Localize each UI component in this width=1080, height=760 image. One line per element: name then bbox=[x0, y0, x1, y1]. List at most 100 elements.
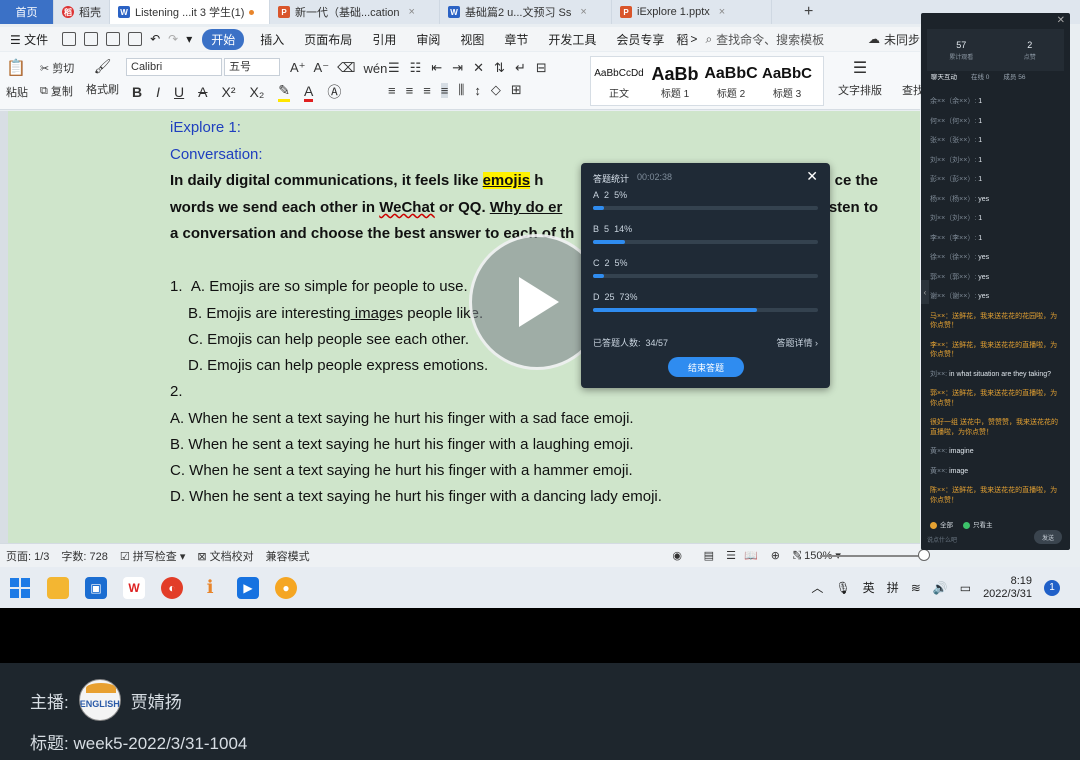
menu-reference[interactable]: 引用 bbox=[362, 31, 406, 48]
line-spacing-icon[interactable]: ↕ bbox=[474, 83, 481, 98]
align-center-icon[interactable]: ≡ bbox=[406, 83, 414, 98]
paste-button[interactable]: 粘贴 bbox=[6, 84, 28, 100]
ime-mode[interactable]: 拼 bbox=[887, 579, 899, 596]
filter-all[interactable]: 全部 bbox=[930, 519, 953, 529]
tab-stops-icon[interactable]: ⊟ bbox=[536, 60, 547, 76]
live-app[interactable]: ▶ bbox=[230, 570, 266, 606]
tab-word-2[interactable]: W 基础篇2 u...文预习 Ss × bbox=[440, 0, 612, 24]
spell-check-button[interactable]: ☑ 拼写检查 ▾ bbox=[114, 548, 192, 564]
tab-home[interactable]: 首页 bbox=[0, 0, 54, 24]
microphone-icon[interactable]: 🎙 bbox=[835, 581, 850, 595]
menu-review[interactable]: 审阅 bbox=[406, 31, 450, 48]
superscript-icon[interactable]: X² bbox=[221, 84, 235, 100]
paste-icon[interactable]: 📋 bbox=[6, 58, 26, 78]
tab-iexplore-pptx[interactable]: P iExplore 1.pptx × bbox=[612, 0, 772, 24]
menu-view[interactable]: 视图 bbox=[450, 31, 494, 48]
doc-check-button[interactable]: ⊠ 文档校对 bbox=[191, 548, 259, 564]
sort-icon[interactable]: ⇅ bbox=[494, 60, 505, 76]
strikethrough-icon[interactable]: A bbox=[198, 84, 207, 100]
numbered-list-icon[interactable]: ☷ bbox=[410, 60, 422, 76]
copy-button[interactable]: ⧉ 复制 bbox=[40, 83, 73, 99]
phonetic-icon[interactable]: wén bbox=[363, 61, 387, 76]
answer-details-link[interactable]: 答题详情 › bbox=[776, 336, 818, 349]
tab-close-icon[interactable]: × bbox=[719, 6, 725, 18]
undo-icon[interactable]: ↶ bbox=[146, 32, 164, 46]
wifi-icon[interactable]: ≋ bbox=[911, 581, 921, 595]
page-view-icon[interactable]: ▤ bbox=[698, 549, 720, 562]
italic-icon[interactable]: I bbox=[156, 84, 160, 100]
zoom-slider-knob[interactable] bbox=[918, 549, 930, 561]
underline-icon[interactable]: U bbox=[174, 84, 184, 100]
menu-devtools[interactable]: 开发工具 bbox=[538, 31, 606, 48]
file-explorer-app[interactable] bbox=[40, 570, 76, 606]
distributed-icon[interactable]: ⫼ bbox=[458, 82, 464, 98]
tab-online[interactable]: 在线 0 bbox=[971, 71, 989, 85]
eye-icon[interactable]: ◉ bbox=[666, 549, 688, 562]
sync-status[interactable]: ☁ 未同步 bbox=[868, 31, 920, 48]
close-icon[interactable]: ✕ bbox=[806, 168, 818, 185]
borders-icon[interactable]: ⊞ bbox=[511, 82, 522, 98]
notification-badge[interactable]: 1 bbox=[1044, 579, 1060, 596]
menu-chapter[interactable]: 章节 bbox=[494, 31, 538, 48]
cut-button[interactable]: ✂ 剪切 bbox=[40, 60, 74, 76]
shrink-font-icon[interactable]: A⁻ bbox=[314, 60, 330, 76]
battery-icon[interactable]: ▭ bbox=[960, 581, 971, 595]
format-painter-button[interactable]: 🖌 格式刷 bbox=[86, 58, 119, 97]
redo-icon[interactable]: ↷ bbox=[164, 32, 182, 46]
bullet-list-icon[interactable]: ☰ bbox=[388, 60, 400, 76]
tab-members[interactable]: 成员 56 bbox=[1003, 71, 1025, 85]
tab-close-icon[interactable]: × bbox=[409, 6, 415, 18]
align-right-icon[interactable]: ≡ bbox=[423, 83, 431, 98]
font-color-icon[interactable]: A bbox=[304, 83, 314, 102]
new-tab-button[interactable]: + bbox=[792, 0, 825, 24]
font-family-select[interactable]: Calibri bbox=[126, 58, 222, 76]
char-border-icon[interactable]: Ⓐ bbox=[327, 82, 341, 102]
send-button[interactable]: 发送 bbox=[1034, 530, 1062, 544]
style-heading-2[interactable]: AaBbC 标题 2 bbox=[703, 57, 759, 105]
close-icon[interactable]: ✕ bbox=[1057, 15, 1065, 26]
ime-language[interactable]: 英 bbox=[863, 579, 875, 596]
save-icon[interactable] bbox=[62, 32, 77, 46]
menu-file[interactable]: ☰ 文件 bbox=[0, 31, 58, 48]
style-normal[interactable]: AaBbCcDd 正文 bbox=[591, 57, 647, 105]
wps-app[interactable]: W bbox=[116, 570, 152, 606]
outdent-icon[interactable]: ⇤ bbox=[431, 60, 442, 76]
menu-more[interactable]: > bbox=[690, 32, 697, 46]
start-button[interactable] bbox=[2, 570, 38, 606]
tab-close-icon[interactable]: × bbox=[580, 6, 586, 18]
volume-icon[interactable]: 🔊 bbox=[933, 581, 948, 595]
menu-member[interactable]: 会员专享 bbox=[606, 31, 674, 48]
print-icon[interactable] bbox=[106, 32, 121, 46]
command-search[interactable]: ⌕ 查找命令、搜索模板 bbox=[705, 31, 824, 48]
chinese-layout-icon[interactable]: ✕ bbox=[473, 60, 484, 76]
clear-format-icon[interactable]: ⌫ bbox=[337, 60, 355, 76]
align-left-icon[interactable]: ≡ bbox=[388, 83, 396, 98]
subscript-icon[interactable]: X₂ bbox=[249, 84, 264, 100]
menu-layout[interactable]: 页面布局 bbox=[294, 31, 362, 48]
chevron-down-icon[interactable]: ▾ bbox=[182, 32, 196, 46]
preview-icon[interactable] bbox=[128, 32, 143, 46]
chat-app[interactable]: ● bbox=[268, 570, 304, 606]
style-heading-1[interactable]: AaBb 标题 1 bbox=[647, 57, 703, 105]
avatar[interactable]: ENGLISH bbox=[78, 679, 121, 721]
grow-font-icon[interactable]: A⁺ bbox=[290, 60, 306, 76]
show-marks-icon[interactable]: ↵ bbox=[515, 60, 526, 76]
web-view-icon[interactable]: ⊕ bbox=[765, 549, 786, 562]
tab-docer[interactable]: 稻 稻壳 bbox=[54, 0, 110, 24]
font-size-select[interactable]: 五号 bbox=[224, 58, 280, 76]
menu-docer[interactable]: 稻 bbox=[674, 31, 690, 48]
tab-ppt-1[interactable]: P 新一代（基础...cation × bbox=[270, 0, 440, 24]
highlight-icon[interactable]: ✎ bbox=[278, 82, 290, 102]
indent-icon[interactable]: ⇥ bbox=[452, 60, 463, 76]
chevron-up-icon[interactable]: ︿ bbox=[811, 579, 823, 596]
tab-chat[interactable]: 聊天互动 bbox=[931, 71, 957, 85]
justify-icon[interactable]: ≡ bbox=[440, 82, 449, 98]
end-answer-button[interactable]: 结束答题 bbox=[668, 357, 744, 377]
menu-insert[interactable]: 插入 bbox=[250, 31, 294, 48]
word-count[interactable]: 字数: 728 bbox=[55, 548, 113, 564]
filter-host-only[interactable]: 只看主 bbox=[963, 519, 993, 529]
style-heading-3[interactable]: AaBbC 标题 3 bbox=[759, 57, 815, 105]
clock[interactable]: 8:19 2022/3/31 bbox=[983, 575, 1032, 601]
info-app[interactable]: ℹ bbox=[192, 570, 228, 606]
store-app[interactable]: ▣ bbox=[78, 570, 114, 606]
